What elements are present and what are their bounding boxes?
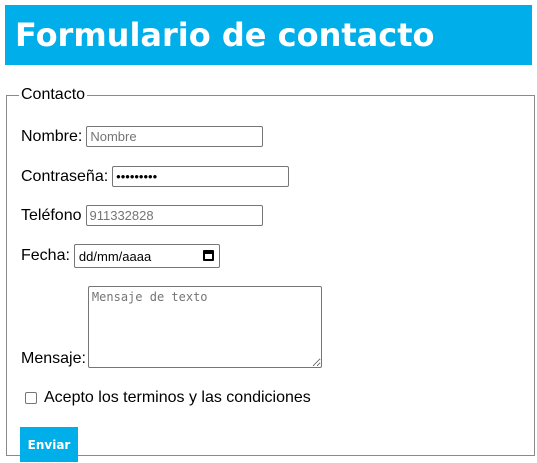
contact-fieldset: Contacto Nombre: Contraseña: Teléfono Fe… — [6, 86, 535, 462]
nombre-input[interactable] — [86, 126, 264, 147]
telefono-input[interactable] — [85, 205, 263, 226]
terminos-row: Acepto los terminos y las condiciones — [25, 389, 315, 407]
calendar-icon[interactable] — [202, 250, 214, 261]
nombre-label: Nombre: — [21, 127, 83, 145]
nombre-row: Nombre: — [21, 126, 264, 147]
fieldset-legend: Contacto — [21, 86, 86, 103]
enviar-button[interactable]: Enviar — [20, 427, 78, 462]
page-title: Formulario de contacto — [15, 16, 435, 54]
telefono-row: Teléfono — [21, 205, 263, 226]
contrasena-label: Contraseña: — [21, 167, 109, 185]
mensaje-textarea[interactable] — [87, 286, 322, 368]
password-input[interactable] — [112, 166, 290, 187]
mensaje-label: Mensaje: — [21, 350, 86, 367]
terminos-checkbox[interactable] — [25, 392, 37, 404]
fecha-row: Fecha: dd/mm/aaaa — [21, 244, 220, 268]
telefono-label: Teléfono — [21, 206, 82, 224]
mensaje-row: Mensaje: — [21, 286, 322, 368]
contrasena-row: Contraseña: — [21, 166, 290, 187]
page-header: Formulario de contacto — [5, 5, 532, 65]
date-input[interactable]: dd/mm/aaaa — [73, 244, 220, 268]
date-value: dd/mm/aaaa — [78, 248, 152, 264]
terminos-label[interactable]: Acepto los terminos y las condiciones — [44, 389, 311, 407]
fecha-label: Fecha: — [21, 247, 70, 264]
